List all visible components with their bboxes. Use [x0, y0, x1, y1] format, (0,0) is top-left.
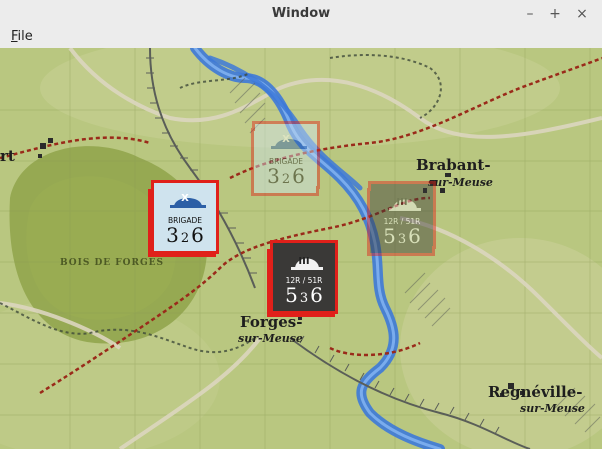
- attack-value: 3: [267, 164, 280, 188]
- unit-values: 326: [154, 223, 216, 247]
- attack-value: 3: [166, 223, 179, 247]
- range-value: 2: [180, 231, 190, 246]
- unit-values: 536: [371, 224, 433, 248]
- range-value: 2: [281, 172, 291, 187]
- unit-values: 326: [255, 164, 317, 188]
- counter-face: III 12R / 51R 536: [273, 243, 335, 307]
- range-value: 3: [397, 232, 407, 247]
- attack-value: 5: [285, 283, 298, 307]
- label-regneville-sub: sur-Meuse: [520, 402, 585, 415]
- unit-counter-french-brigade-ghost[interactable]: X BRIGADE 326: [251, 121, 320, 196]
- unit-size-symbol: X: [181, 193, 189, 204]
- unit-size-symbol: X: [282, 134, 290, 145]
- defense-value: 6: [408, 224, 421, 248]
- menu-file[interactable]: File: [11, 29, 33, 44]
- defense-value: 6: [310, 283, 323, 307]
- attack-value: 5: [383, 224, 396, 248]
- label-rt: rt: [0, 147, 15, 165]
- maximize-button[interactable]: +: [545, 4, 565, 24]
- title-bar: Window – + ×: [0, 0, 602, 29]
- label-brabant: Brabant-: [416, 156, 491, 174]
- minimize-button[interactable]: –: [520, 4, 540, 24]
- game-map[interactable]: rt Brabant- sur-Meuse Forges- sur-Meuse …: [0, 48, 602, 449]
- unit-counter-german-regiment[interactable]: III 12R / 51R 536: [267, 240, 338, 317]
- range-value: 3: [299, 291, 309, 306]
- unit-size-symbol: III: [396, 197, 408, 208]
- label-regneville: Regnéville-: [488, 383, 583, 401]
- label-brabant-sub: sur-Meuse: [428, 176, 493, 189]
- unit-counter-german-regiment-ghost[interactable]: III 12R / 51R 536: [367, 181, 436, 256]
- unit-size-symbol: III: [298, 256, 310, 267]
- defense-value: 6: [191, 223, 204, 247]
- counter-face: X BRIGADE 326: [154, 183, 216, 247]
- counter-face: X BRIGADE 326: [255, 124, 317, 188]
- label-bois-de-forges: BOIS DE FORGES: [60, 258, 165, 268]
- label-forges-sub: sur-Meuse: [238, 332, 303, 345]
- menu-bar: File: [0, 28, 602, 48]
- window-title: Window: [271, 6, 331, 21]
- close-button[interactable]: ×: [572, 4, 592, 24]
- counter-face: III 12R / 51R 536: [371, 184, 433, 248]
- unit-counter-french-brigade[interactable]: X BRIGADE 326: [148, 180, 219, 257]
- unit-values: 536: [273, 283, 335, 307]
- defense-value: 6: [292, 164, 305, 188]
